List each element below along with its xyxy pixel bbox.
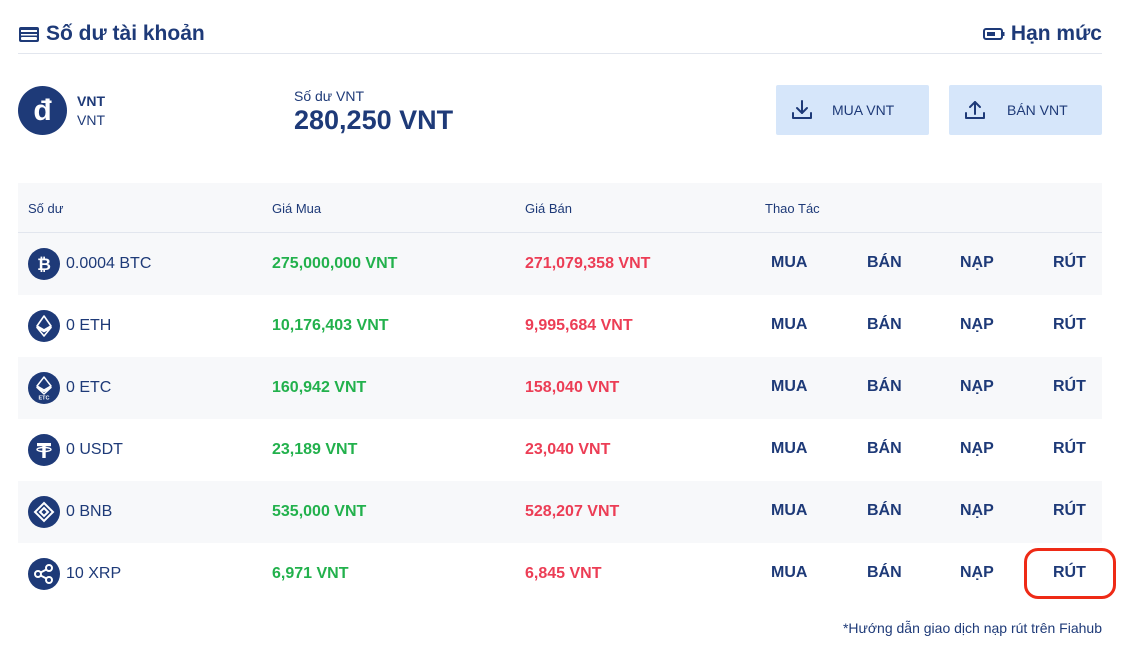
row-buy-price: 275,000,000 VNT (272, 255, 398, 272)
buy-action[interactable]: MUA (771, 254, 807, 272)
table-row: ETC 0 ETC 160,942 VNT 158,040 VNT MUA BÁ… (18, 357, 1102, 419)
usdt-icon (28, 434, 60, 466)
deposit-action[interactable]: NẠP (960, 440, 994, 458)
row-buy-price: 160,942 VNT (272, 379, 367, 396)
section-header: Số dư tài khoản Hạn mức (18, 18, 1102, 54)
sell-action[interactable]: BÁN (867, 316, 902, 334)
svg-text:ETC: ETC (39, 396, 50, 401)
table-row: 0 ETH 10,176,403 VNT 9,995,684 VNT MUA B… (18, 295, 1102, 357)
eth-icon (28, 310, 60, 342)
balance-label: Số dư VNT (294, 88, 365, 104)
withdraw-action[interactable]: RÚT (1053, 378, 1086, 396)
sell-vnt-label: BÁN VNT (1007, 102, 1068, 118)
withdraw-action[interactable]: RÚT (1053, 502, 1086, 520)
withdraw-action[interactable]: RÚT (1053, 316, 1086, 334)
deposit-action[interactable]: NẠP (960, 378, 994, 396)
table-row: 0 USDT 23,189 VNT 23,040 VNT MUA BÁN NẠP… (18, 419, 1102, 481)
balance-table: Số dư Giá Mua Giá Bán Thao Tác ₿ 0.0004 … (18, 183, 1102, 605)
row-buy-price: 23,189 VNT (272, 441, 358, 458)
col-sell-price: Giá Bán (525, 201, 572, 216)
header-title-group: Số dư tài khoản (18, 22, 205, 46)
col-balance: Số dư (28, 201, 64, 216)
account-summary: đ VNT VNT Số dư VNT 280,250 VNT MUA VNT … (18, 85, 1102, 137)
deposit-action[interactable]: NẠP (960, 316, 994, 334)
vnt-coin-icon: đ (18, 86, 67, 135)
col-actions: Thao Tác (765, 201, 820, 216)
balance-value: 280,250 VNT (294, 105, 454, 135)
guide-link[interactable]: *Hướng dẫn giao dịch nạp rút trên Fiahub (843, 620, 1102, 636)
sell-action[interactable]: BÁN (867, 254, 902, 272)
withdraw-action[interactable]: RÚT (1053, 440, 1086, 458)
row-sell-price: 528,207 VNT (525, 503, 620, 520)
row-sell-price: 23,040 VNT (525, 441, 611, 458)
xrp-icon (28, 558, 60, 590)
deposit-action[interactable]: NẠP (960, 502, 994, 520)
sell-action[interactable]: BÁN (867, 502, 902, 520)
row-buy-price: 10,176,403 VNT (272, 317, 389, 334)
buy-vnt-button[interactable]: MUA VNT (776, 85, 929, 135)
row-sell-price: 6,845 VNT (525, 565, 602, 582)
buy-action[interactable]: MUA (771, 378, 807, 396)
svg-text:₿: ₿ (37, 255, 51, 274)
limit-label: Hạn mức (1010, 21, 1102, 45)
buy-action[interactable]: MUA (771, 440, 807, 458)
page-title: Số dư tài khoản (46, 21, 205, 45)
deposit-action[interactable]: NẠP (960, 564, 994, 582)
row-balance: 0 ETH (66, 317, 112, 334)
buy-action[interactable]: MUA (771, 316, 807, 334)
col-buy-price: Giá Mua (272, 201, 322, 216)
row-sell-price: 158,040 VNT (525, 379, 620, 396)
table-row: 0 BNB 535,000 VNT 528,207 VNT MUA BÁN NẠ… (18, 481, 1102, 543)
upload-icon (963, 98, 987, 122)
table-row: 10 XRP 6,971 VNT 6,845 VNT MUA BÁN NẠP R… (18, 543, 1102, 605)
row-buy-price: 6,971 VNT (272, 565, 349, 582)
sell-action[interactable]: BÁN (867, 564, 902, 582)
sell-vnt-button[interactable]: BÁN VNT (949, 85, 1102, 135)
row-balance: 0.0004 BTC (66, 255, 152, 272)
buy-action[interactable]: MUA (771, 502, 807, 520)
withdraw-action[interactable]: RÚT (1053, 254, 1086, 272)
row-balance: 10 XRP (66, 565, 122, 582)
btc-icon: ₿ (28, 248, 60, 280)
sell-action[interactable]: BÁN (867, 378, 902, 396)
row-sell-price: 271,079,358 VNT (525, 255, 651, 272)
account-sub: VNT (77, 112, 105, 128)
table-row: ₿ 0.0004 BTC 275,000,000 VNT 271,079,358… (18, 233, 1102, 295)
table-header: Số dư Giá Mua Giá Bán Thao Tác (18, 183, 1102, 233)
row-balance: 0 USDT (66, 441, 123, 458)
row-sell-price: 9,995,684 VNT (525, 317, 633, 334)
limit-link[interactable]: Hạn mức (982, 21, 1102, 46)
deposit-action[interactable]: NẠP (960, 254, 994, 272)
row-balance: 0 BNB (66, 503, 113, 520)
sell-action[interactable]: BÁN (867, 440, 902, 458)
buy-action[interactable]: MUA (771, 564, 807, 582)
highlight-annotation (1024, 548, 1116, 599)
buy-vnt-label: MUA VNT (832, 102, 895, 118)
bnb-icon (28, 496, 60, 528)
etc-icon: ETC (28, 372, 60, 404)
row-balance: 0 ETC (66, 379, 112, 396)
download-icon (790, 98, 814, 122)
battery-icon (982, 27, 1005, 41)
wallet-icon (18, 24, 40, 44)
row-buy-price: 535,000 VNT (272, 503, 367, 520)
account-name: VNT (77, 93, 105, 109)
